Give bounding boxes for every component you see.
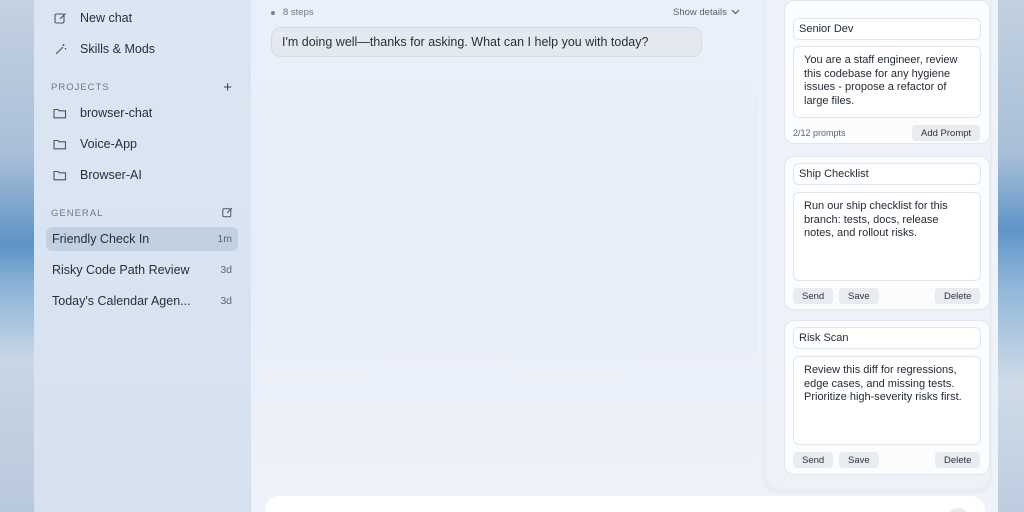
- delete-prompt-button[interactable]: Delete: [935, 288, 981, 304]
- project-label: Voice-App: [80, 137, 137, 151]
- skills-mods-label: Skills & Mods: [80, 42, 156, 56]
- projects-heading: PROJECTS: [51, 81, 110, 93]
- sidebar: New chat Skills & Mods PROJECTS + browse…: [34, 0, 251, 512]
- save-label: Save: [848, 454, 870, 466]
- prompt-title-input[interactable]: Ship Checklist: [793, 163, 981, 185]
- desktop-backdrop-left: [0, 0, 34, 512]
- chat-label: Today's Calendar Agen...: [52, 294, 191, 308]
- prompt-title-input[interactable]: Risk Scan: [793, 327, 981, 349]
- steps-indicator: 8 steps: [271, 7, 314, 18]
- chat-label: Friendly Check In: [52, 232, 150, 246]
- add-project-icon[interactable]: +: [223, 80, 233, 95]
- show-details-label: Show details: [673, 7, 727, 18]
- prompt-text: Run our ship checklist for this branch: …: [804, 200, 948, 239]
- prompt-card-risk-scan: Risk Scan Review this diff for regressio…: [784, 320, 990, 475]
- project-item-browser-ai[interactable]: Browser-AI: [46, 163, 238, 187]
- new-chat-button[interactable]: New chat: [46, 6, 238, 30]
- prompt-card-senior-dev: Senior Dev You are a staff engineer, rev…: [784, 0, 990, 144]
- send-prompt-button[interactable]: Send: [793, 288, 834, 304]
- prompt-count: 2/12 prompts: [793, 128, 846, 138]
- skills-mods-button[interactable]: Skills & Mods: [46, 37, 238, 61]
- project-item-browser-chat[interactable]: browser-chat: [46, 101, 238, 125]
- edit-icon: [52, 10, 68, 26]
- folder-icon: [52, 105, 68, 121]
- folder-icon: [52, 167, 68, 183]
- assistant-message: I'm doing well—thanks for asking. What c…: [271, 27, 702, 57]
- compose-icon[interactable]: [222, 206, 233, 221]
- new-chat-label: New chat: [80, 11, 133, 25]
- chat-label: Risky Code Path Review: [52, 263, 190, 277]
- send-label: Send: [802, 290, 825, 302]
- project-label: browser-chat: [80, 106, 153, 120]
- prompts-panel: Senior Dev You are a staff engineer, rev…: [762, 0, 992, 494]
- send-label: Send: [802, 454, 825, 466]
- assistant-message-text: I'm doing well—thanks for asking. What c…: [282, 35, 649, 49]
- chat-item-todays-calendar[interactable]: Today's Calendar Agen... 3d: [46, 289, 238, 313]
- prompt-title: Ship Checklist: [799, 168, 869, 180]
- prompt-title: Senior Dev: [799, 23, 854, 35]
- delete-label: Delete: [944, 454, 972, 466]
- prompt-text-area[interactable]: You are a staff engineer, review this co…: [793, 46, 981, 118]
- show-details-button[interactable]: Show details: [673, 7, 740, 18]
- desktop-backdrop-right: [996, 0, 1024, 512]
- general-section-header: GENERAL: [51, 205, 233, 221]
- steps-label: 8 steps: [283, 7, 314, 18]
- chevron-down-icon: [731, 7, 740, 18]
- chat-item-friendly-check-in[interactable]: Friendly Check In 1m: [46, 227, 238, 251]
- wand-icon: [52, 41, 68, 57]
- message-composer[interactable]: [265, 496, 985, 512]
- prompt-text-area[interactable]: Run our ship checklist for this branch: …: [793, 192, 981, 281]
- save-label: Save: [848, 290, 870, 302]
- delete-label: Delete: [944, 290, 972, 302]
- delete-prompt-button[interactable]: Delete: [935, 452, 981, 468]
- step-dot-icon: [271, 10, 275, 15]
- general-heading: GENERAL: [51, 207, 104, 219]
- prompts-panel-inner: Senior Dev You are a staff engineer, rev…: [766, 0, 990, 488]
- add-prompt-label: Add Prompt: [921, 127, 972, 139]
- prompt-card-ship-checklist: Ship Checklist Run our ship checklist fo…: [784, 156, 990, 310]
- prompt-title: Risk Scan: [799, 332, 849, 344]
- projects-section-header: PROJECTS +: [51, 79, 233, 95]
- chat-time: 3d: [220, 264, 232, 276]
- app-window: New chat Skills & Mods PROJECTS + browse…: [34, 0, 998, 512]
- chat-area: 8 steps Show details I'm doing well—than…: [251, 0, 759, 512]
- prompt-text: Review this diff for regressions, edge c…: [804, 364, 962, 403]
- project-label: Browser-AI: [80, 168, 142, 182]
- folder-icon: [52, 136, 68, 152]
- send-prompt-button[interactable]: Send: [793, 452, 834, 468]
- chat-time: 1m: [217, 233, 232, 245]
- prompt-title-input[interactable]: Senior Dev: [793, 18, 981, 40]
- prompt-text-area[interactable]: Review this diff for regressions, edge c…: [793, 356, 981, 445]
- chat-time: 3d: [220, 295, 232, 307]
- chat-item-risky-code-path-review[interactable]: Risky Code Path Review 3d: [46, 258, 238, 282]
- save-prompt-button[interactable]: Save: [839, 288, 879, 304]
- prompt-text: You are a staff engineer, review this co…: [804, 54, 958, 107]
- add-prompt-button[interactable]: Add Prompt: [912, 125, 981, 141]
- project-item-voice-app[interactable]: Voice-App: [46, 132, 238, 156]
- save-prompt-button[interactable]: Save: [839, 452, 879, 468]
